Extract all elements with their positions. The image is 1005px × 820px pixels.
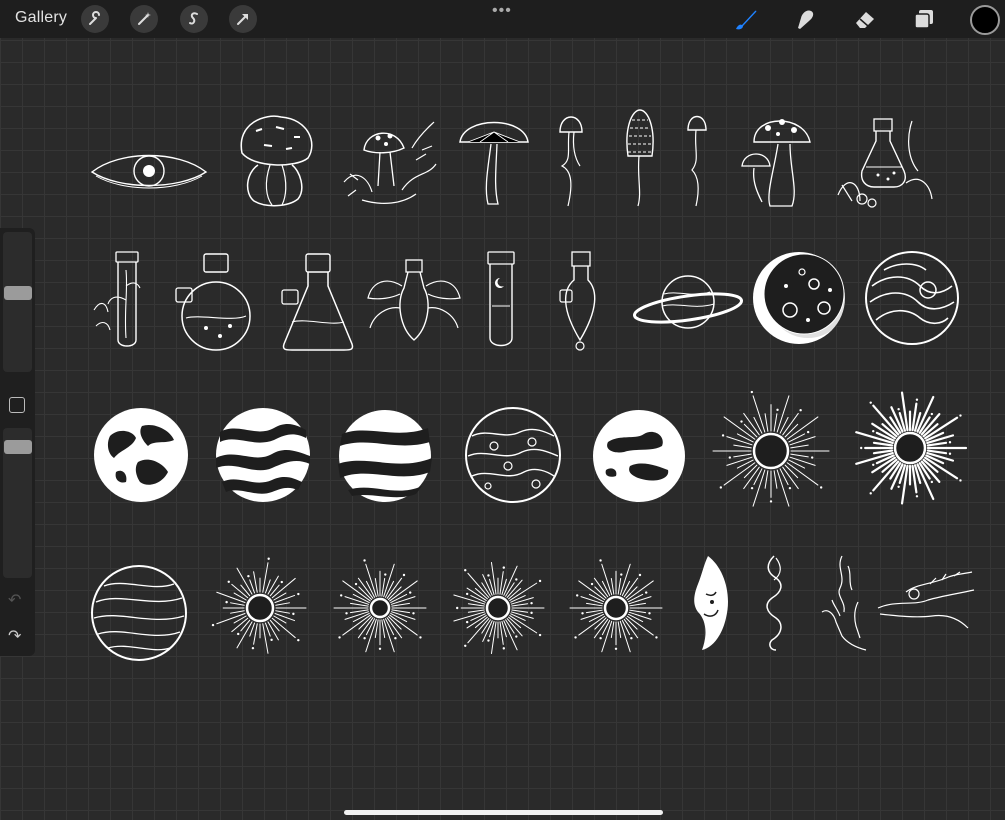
- parasol-mushroom-illustration: [459, 121, 529, 205]
- drawing-canvas[interactable]: [0, 40, 1005, 820]
- snake-illustration: [766, 555, 782, 651]
- teardrop-potion-illustration: [559, 251, 596, 351]
- transform-arrow-icon[interactable]: [229, 5, 257, 33]
- sunburst-dots-illustration: [855, 391, 968, 505]
- magic-wand-icon[interactable]: [130, 5, 158, 33]
- flame-hands-illustration: [821, 555, 867, 651]
- ringed-planet-illustration: [632, 275, 744, 329]
- selection-icon[interactable]: [180, 5, 208, 33]
- thin-mushroom-illustration: [687, 115, 707, 207]
- mushroom-cluster-illustration: [240, 115, 313, 207]
- slim-mushroom-illustration: [559, 116, 583, 207]
- sunburst-4-illustration: [569, 559, 663, 653]
- swirl-pattern-planet-illustration: [465, 407, 561, 503]
- shaggy-mushroom-illustration: [626, 109, 654, 207]
- hand-flower-illustration: [877, 571, 975, 629]
- wrench-icon[interactable]: [81, 5, 109, 33]
- test-tube-moon-illustration: [487, 251, 515, 347]
- banded-planet-illustration: [338, 410, 432, 502]
- round-potion-illustration: [175, 253, 251, 351]
- sunburst-thin-illustration: [712, 390, 830, 507]
- sunburst-1-illustration: [211, 557, 307, 654]
- top-toolbar: Gallery •••: [0, 0, 1005, 38]
- potion-bottle-herbs-illustration: [837, 118, 933, 208]
- spotted-planet-illustration: [593, 410, 685, 502]
- eye-illustration: [90, 154, 208, 189]
- crescent-moon-illustration: [753, 252, 848, 344]
- eraser-icon[interactable]: [850, 4, 880, 34]
- layers-icon[interactable]: [909, 4, 939, 34]
- moon-face-illustration: [694, 556, 728, 650]
- gallery-button[interactable]: Gallery: [15, 9, 67, 27]
- winged-potion-illustration: [367, 259, 461, 341]
- more-options-handle[interactable]: •••: [492, 2, 512, 20]
- mushroom-bouquet-illustration: [343, 121, 437, 204]
- home-indicator[interactable]: [344, 810, 663, 815]
- swirl-planet-illustration: [865, 251, 959, 345]
- smudge-icon[interactable]: [790, 4, 820, 34]
- flask-potion-illustration: [281, 253, 354, 351]
- sunburst-3-illustration: [453, 561, 545, 655]
- color-picker-button[interactable]: [970, 5, 1000, 35]
- lined-planet-illustration: [91, 565, 187, 661]
- wavy-stripe-planet-illustration: [216, 408, 310, 502]
- test-tube-plant-illustration: [93, 251, 141, 347]
- sunburst-2-illustration: [333, 559, 427, 653]
- spotted-mushroom-pair-illustration: [741, 119, 811, 207]
- brush-icon[interactable]: [731, 4, 761, 34]
- earth-planet-illustration: [94, 408, 188, 502]
